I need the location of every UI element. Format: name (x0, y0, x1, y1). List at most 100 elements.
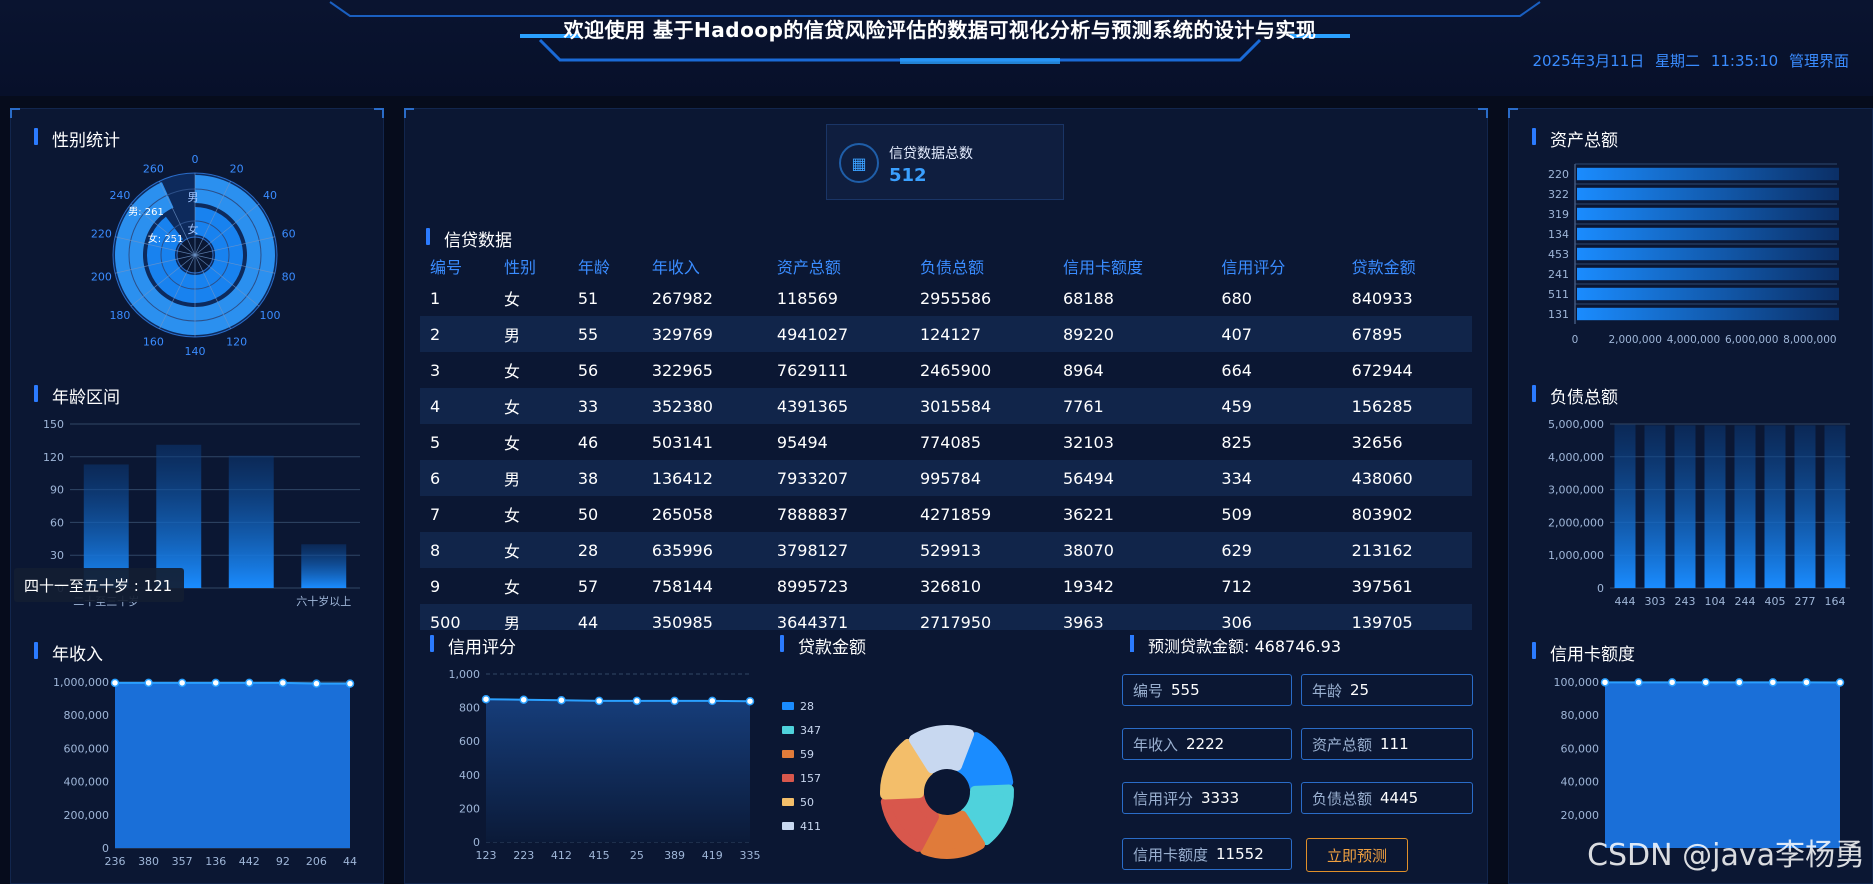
predict-button[interactable]: 立即预测 (1306, 838, 1408, 872)
table-cell: 672944 (1351, 360, 1413, 380)
table-cell: 509 (1221, 504, 1252, 524)
credit-limit-input[interactable]: 信用卡额度 11552 (1122, 838, 1292, 870)
x-tick-label: 380 (138, 855, 159, 868)
table-row[interactable]: 3 女 56 322965 7629111 2465900 8964 664 672944 (420, 352, 1472, 388)
y-tick-label: 5,000,000 (1548, 418, 1604, 431)
data-point (1735, 678, 1744, 687)
table-cell: 4941027 (766, 316, 910, 352)
table-cell: 57 (577, 576, 599, 596)
table-row[interactable]: 6 男 38 136412 7933207 995784 56494 334 438060 (420, 460, 1472, 496)
table-row[interactable]: 2 男 55 329769 4941027 124127 89220 407 67895 (420, 316, 1472, 352)
table-row[interactable]: 9 女 57 758144 8995723 326810 19342 712 397561 (420, 568, 1472, 604)
area-fill (486, 699, 750, 842)
age-section-title: 年龄区间 (34, 383, 120, 408)
data-point (1802, 678, 1811, 687)
bar (1644, 425, 1666, 588)
credit-score-area-chart[interactable]: 0 200 400 600 800 1,000 123 223 412 415 25 389 419 33… (420, 660, 761, 872)
polar-category-label: 男 (188, 191, 199, 204)
y-tick-label: 150 (43, 418, 64, 431)
table-cell: 3 (430, 360, 441, 380)
column-header[interactable]: 性别 (494, 252, 568, 280)
field-value: 11552 (1216, 845, 1264, 863)
credit-score-input[interactable]: 信用评分 3333 (1122, 782, 1292, 814)
y-tick-label: 319 (1548, 208, 1569, 221)
table-cell: 95494 (776, 432, 828, 452)
polar-angle-tick: 0 (192, 153, 199, 166)
x-tick-label: 236 (105, 855, 126, 868)
debt-bar-chart[interactable]: 0 1,000,000 2,000,000 3,000,000 4,000,000 5,0… (1520, 410, 1860, 615)
data-point (245, 678, 254, 688)
table-cell: 136412 (641, 460, 767, 496)
data-point (708, 696, 717, 706)
column-header[interactable]: 信用评分 (1211, 252, 1341, 280)
legend-swatch (782, 798, 794, 806)
x-tick-label: 44 (343, 855, 357, 868)
column-header[interactable]: 年龄 (568, 252, 642, 280)
table-cell: 2 (420, 316, 494, 352)
table-cell: 306 (1211, 604, 1342, 630)
table-row[interactable]: 1 女 51 267982 118569 2955586 68188 680 840933 (420, 280, 1472, 316)
table-row[interactable]: 7 女 50 265058 7888837 4271859 36221 509 803902 (420, 496, 1472, 532)
polar-angle-tick: 240 (109, 189, 130, 202)
data-point (144, 678, 153, 688)
column-header[interactable]: 贷款金额 (1342, 252, 1472, 280)
data-point (745, 696, 755, 706)
column-header[interactable]: 编号 (420, 252, 494, 280)
bar (301, 544, 347, 588)
bar (1577, 167, 1839, 181)
column-header[interactable]: 信用卡额度 (1053, 252, 1211, 280)
table-cell: 67895 (1341, 316, 1472, 352)
income-area-chart[interactable]: 0 200,000 400,000 600,000 800,000 1,000,000 23… (20, 670, 370, 870)
pie-slice (880, 791, 939, 852)
x-tick-label: 277 (1795, 595, 1816, 608)
table-cell: 7761 (1052, 388, 1212, 424)
id-input[interactable]: 编号 555 (1122, 674, 1292, 706)
legend-swatch (782, 702, 794, 710)
admin-link[interactable]: 管理界面 (1789, 52, 1849, 70)
column-header[interactable]: 年收入 (642, 252, 767, 280)
assets-input[interactable]: 资产总额 111 (1301, 728, 1473, 760)
datetime-display: 2025年3月11日 星期二 11:35:10 管理界面 (1526, 50, 1849, 71)
header-bar: 欢迎使用 基于Hadoop的信贷风险评估的数据可视化分析与预测系统的设计与实现 … (0, 0, 1873, 96)
column-header[interactable]: 资产总额 (767, 252, 910, 280)
loan-amount-pie-chart[interactable]: 28 347 59 157 50 411 (772, 690, 1112, 870)
column-header[interactable]: 负债总额 (910, 252, 1053, 280)
y-tick-label: 200,000 (64, 809, 110, 822)
table-cell: 438060 (1341, 460, 1472, 496)
x-tick-label: 389 (664, 849, 685, 862)
legend-label: 59 (800, 748, 814, 761)
credit-limit-section-title: 信用卡额度 (1532, 640, 1635, 665)
x-tick-label: 104 (1705, 595, 1726, 608)
gender-polar-chart[interactable]: 女: 251女男: 261男02040608010012014016018020… (80, 142, 310, 374)
x-tick-label: 206 (306, 855, 327, 868)
credit-data-table[interactable]: 编号 性别 年龄 年收入 资产总额 负债总额 信用卡额度 信用评分 贷款金额 1 女 51 26798… (420, 252, 1472, 630)
table-row[interactable]: 500 男 44 350985 3644371 2717950 3963 306 139705 (420, 604, 1472, 630)
debt-input[interactable]: 负债总额 4445 (1301, 782, 1473, 814)
table-cell: 男 (493, 604, 568, 630)
time-text: 11:35:10 (1710, 52, 1779, 70)
bar (1577, 227, 1839, 241)
income-section-title: 年收入 (34, 640, 103, 665)
table-cell: 2955586 (919, 288, 992, 308)
assets-horizontal-bar-chart[interactable]: 220 322 319 134 453 241 511 131 0 2,000,000 4,000,… (1520, 158, 1860, 358)
area-fill (115, 682, 350, 848)
table-cell: 680 (1221, 288, 1252, 308)
table-cell: 7888837 (776, 504, 849, 524)
table-header-row: 编号 性别 年龄 年收入 资产总额 负债总额 信用卡额度 信用评分 贷款金额 (420, 252, 1472, 280)
weekday-text: 星期二 (1655, 52, 1701, 70)
income-input[interactable]: 年收入 2222 (1122, 728, 1292, 760)
table-cell: 38 (567, 460, 642, 496)
y-tick-label: 20,000 (1561, 809, 1600, 822)
x-tick-label: 243 (1675, 595, 1696, 608)
table-row[interactable]: 4 女 33 352380 4391365 3015584 7761 459 156285 (420, 388, 1472, 424)
corner-decoration (10, 108, 20, 118)
legend-swatch (782, 750, 794, 758)
bar (228, 455, 274, 588)
table-row[interactable]: 8 女 28 635996 3798127 529913 38070 629 213162 (420, 532, 1472, 568)
bar (1704, 425, 1726, 588)
table-cell: 7 (430, 504, 441, 524)
x-tick-label: 412 (551, 849, 572, 862)
age-input[interactable]: 年龄 25 (1301, 674, 1473, 706)
table-row[interactable]: 5 女 46 503141 95494 774085 32103 825 32656 (420, 424, 1472, 460)
table-cell: 265058 (651, 504, 713, 524)
